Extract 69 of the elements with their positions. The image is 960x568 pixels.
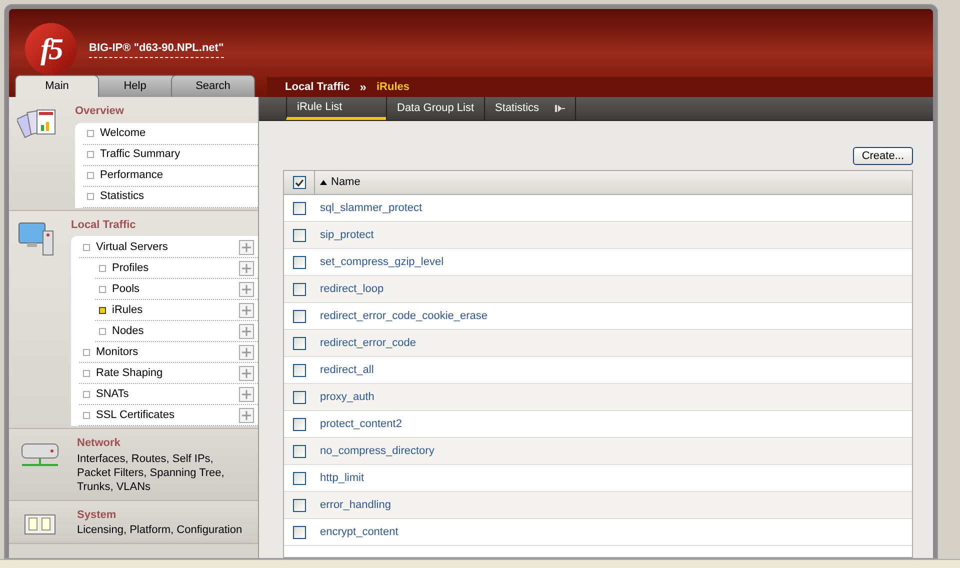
row-checkbox[interactable] <box>293 202 306 214</box>
rule-link[interactable]: protect_content2 <box>315 416 402 432</box>
panel-icon <box>23 512 57 534</box>
plus-icon[interactable] <box>239 366 254 380</box>
plus-icon[interactable] <box>239 302 254 318</box>
nav-link[interactable]: SNATs <box>96 386 239 402</box>
row-checkbox[interactable] <box>293 256 306 268</box>
rule-link[interactable]: no_compress_directory <box>315 442 434 460</box>
rule-link[interactable]: http_limit <box>315 470 364 486</box>
section-title[interactable]: Network <box>77 435 250 452</box>
row-checkbox[interactable] <box>293 472 306 484</box>
row-checkbox[interactable] <box>293 228 306 242</box>
select-all-checkbox[interactable] <box>292 176 306 189</box>
plus-icon[interactable] <box>239 324 254 338</box>
rule-link[interactable]: sql_slammer_protect <box>315 200 422 216</box>
sub-tab[interactable]: iRule List <box>286 97 386 120</box>
row-checkbox[interactable] <box>293 282 306 296</box>
row-checkbox[interactable] <box>293 364 306 376</box>
nav-link[interactable]: Monitors <box>96 344 239 360</box>
nav-tab[interactable]: Search <box>171 75 255 97</box>
column-header[interactable]: Name <box>331 174 360 191</box>
nav-link[interactable]: Traffic Summary <box>100 146 254 163</box>
nav-link[interactable]: Rate Shaping <box>96 364 239 382</box>
nav-link[interactable]: SSL Certificates <box>96 406 239 424</box>
plus-icon[interactable] <box>239 260 254 276</box>
rule-link[interactable]: error_handling <box>315 496 391 514</box>
section-title[interactable]: System <box>77 506 250 523</box>
row-checkbox[interactable] <box>293 418 306 430</box>
nav-link[interactable]: Nodes <box>112 322 239 340</box>
row-checkbox[interactable] <box>293 336 306 350</box>
row-checkbox[interactable] <box>293 526 306 538</box>
nav-link[interactable]: Performance <box>100 167 254 184</box>
rule-link[interactable]: redirect_all <box>315 362 374 378</box>
section-description: Licensing, Platform, Configuration <box>77 523 244 537</box>
nav-link[interactable]: Pools <box>112 280 239 298</box>
rule-link[interactable]: encrypt_content <box>315 524 398 540</box>
nav-link[interactable]: Virtual Servers <box>96 238 239 256</box>
rule-link[interactable]: redirect_error_code_cookie_erase <box>315 308 488 324</box>
plus-icon[interactable] <box>239 386 254 402</box>
breadcrumb-page: iRules <box>376 80 410 95</box>
section-description: Interfaces, Routes, Self IPs, Packet Filters, Spanning Tree, Trunks, VLANs <box>77 452 226 494</box>
nav-link[interactable]: Welcome <box>100 125 254 142</box>
rule-link[interactable]: sip_protect <box>315 226 374 244</box>
row-checkbox[interactable] <box>293 310 306 322</box>
plus-icon[interactable] <box>239 282 254 296</box>
create-button[interactable]: Create... <box>852 147 913 165</box>
plus-icon[interactable] <box>239 240 254 254</box>
nav-link[interactable]: Profiles <box>112 260 239 276</box>
row-checkbox[interactable] <box>293 444 306 458</box>
plus-icon[interactable] <box>239 344 254 360</box>
device-title[interactable]: BIG-IP® "d63-90.NPL.net" <box>89 40 224 58</box>
plus-icon[interactable] <box>239 408 254 422</box>
nav-link[interactable]: Statistics <box>100 188 254 205</box>
breadcrumb-separator: » <box>360 79 366 96</box>
row-checkbox[interactable] <box>293 390 306 404</box>
sub-tab[interactable]: Data Group List <box>386 97 484 120</box>
section-title[interactable]: Local Traffic <box>71 216 258 233</box>
row-checkbox[interactable] <box>293 498 306 512</box>
rule-link[interactable]: redirect_error_code <box>315 334 416 352</box>
breadcrumb-section[interactable]: Local Traffic <box>285 78 350 96</box>
nav-tab[interactable]: Main <box>15 75 99 97</box>
section-title[interactable]: Overview <box>75 103 258 120</box>
rule-link[interactable]: redirect_loop <box>315 280 384 298</box>
nav-link[interactable]: iRules <box>112 302 239 318</box>
rule-link[interactable]: proxy_auth <box>315 388 374 406</box>
rule-link[interactable]: set_compress_gzip_level <box>315 254 444 270</box>
sort-up-icon <box>320 180 327 185</box>
sub-tab[interactable]: Statistics <box>484 97 576 120</box>
logo: f5 <box>25 23 77 75</box>
